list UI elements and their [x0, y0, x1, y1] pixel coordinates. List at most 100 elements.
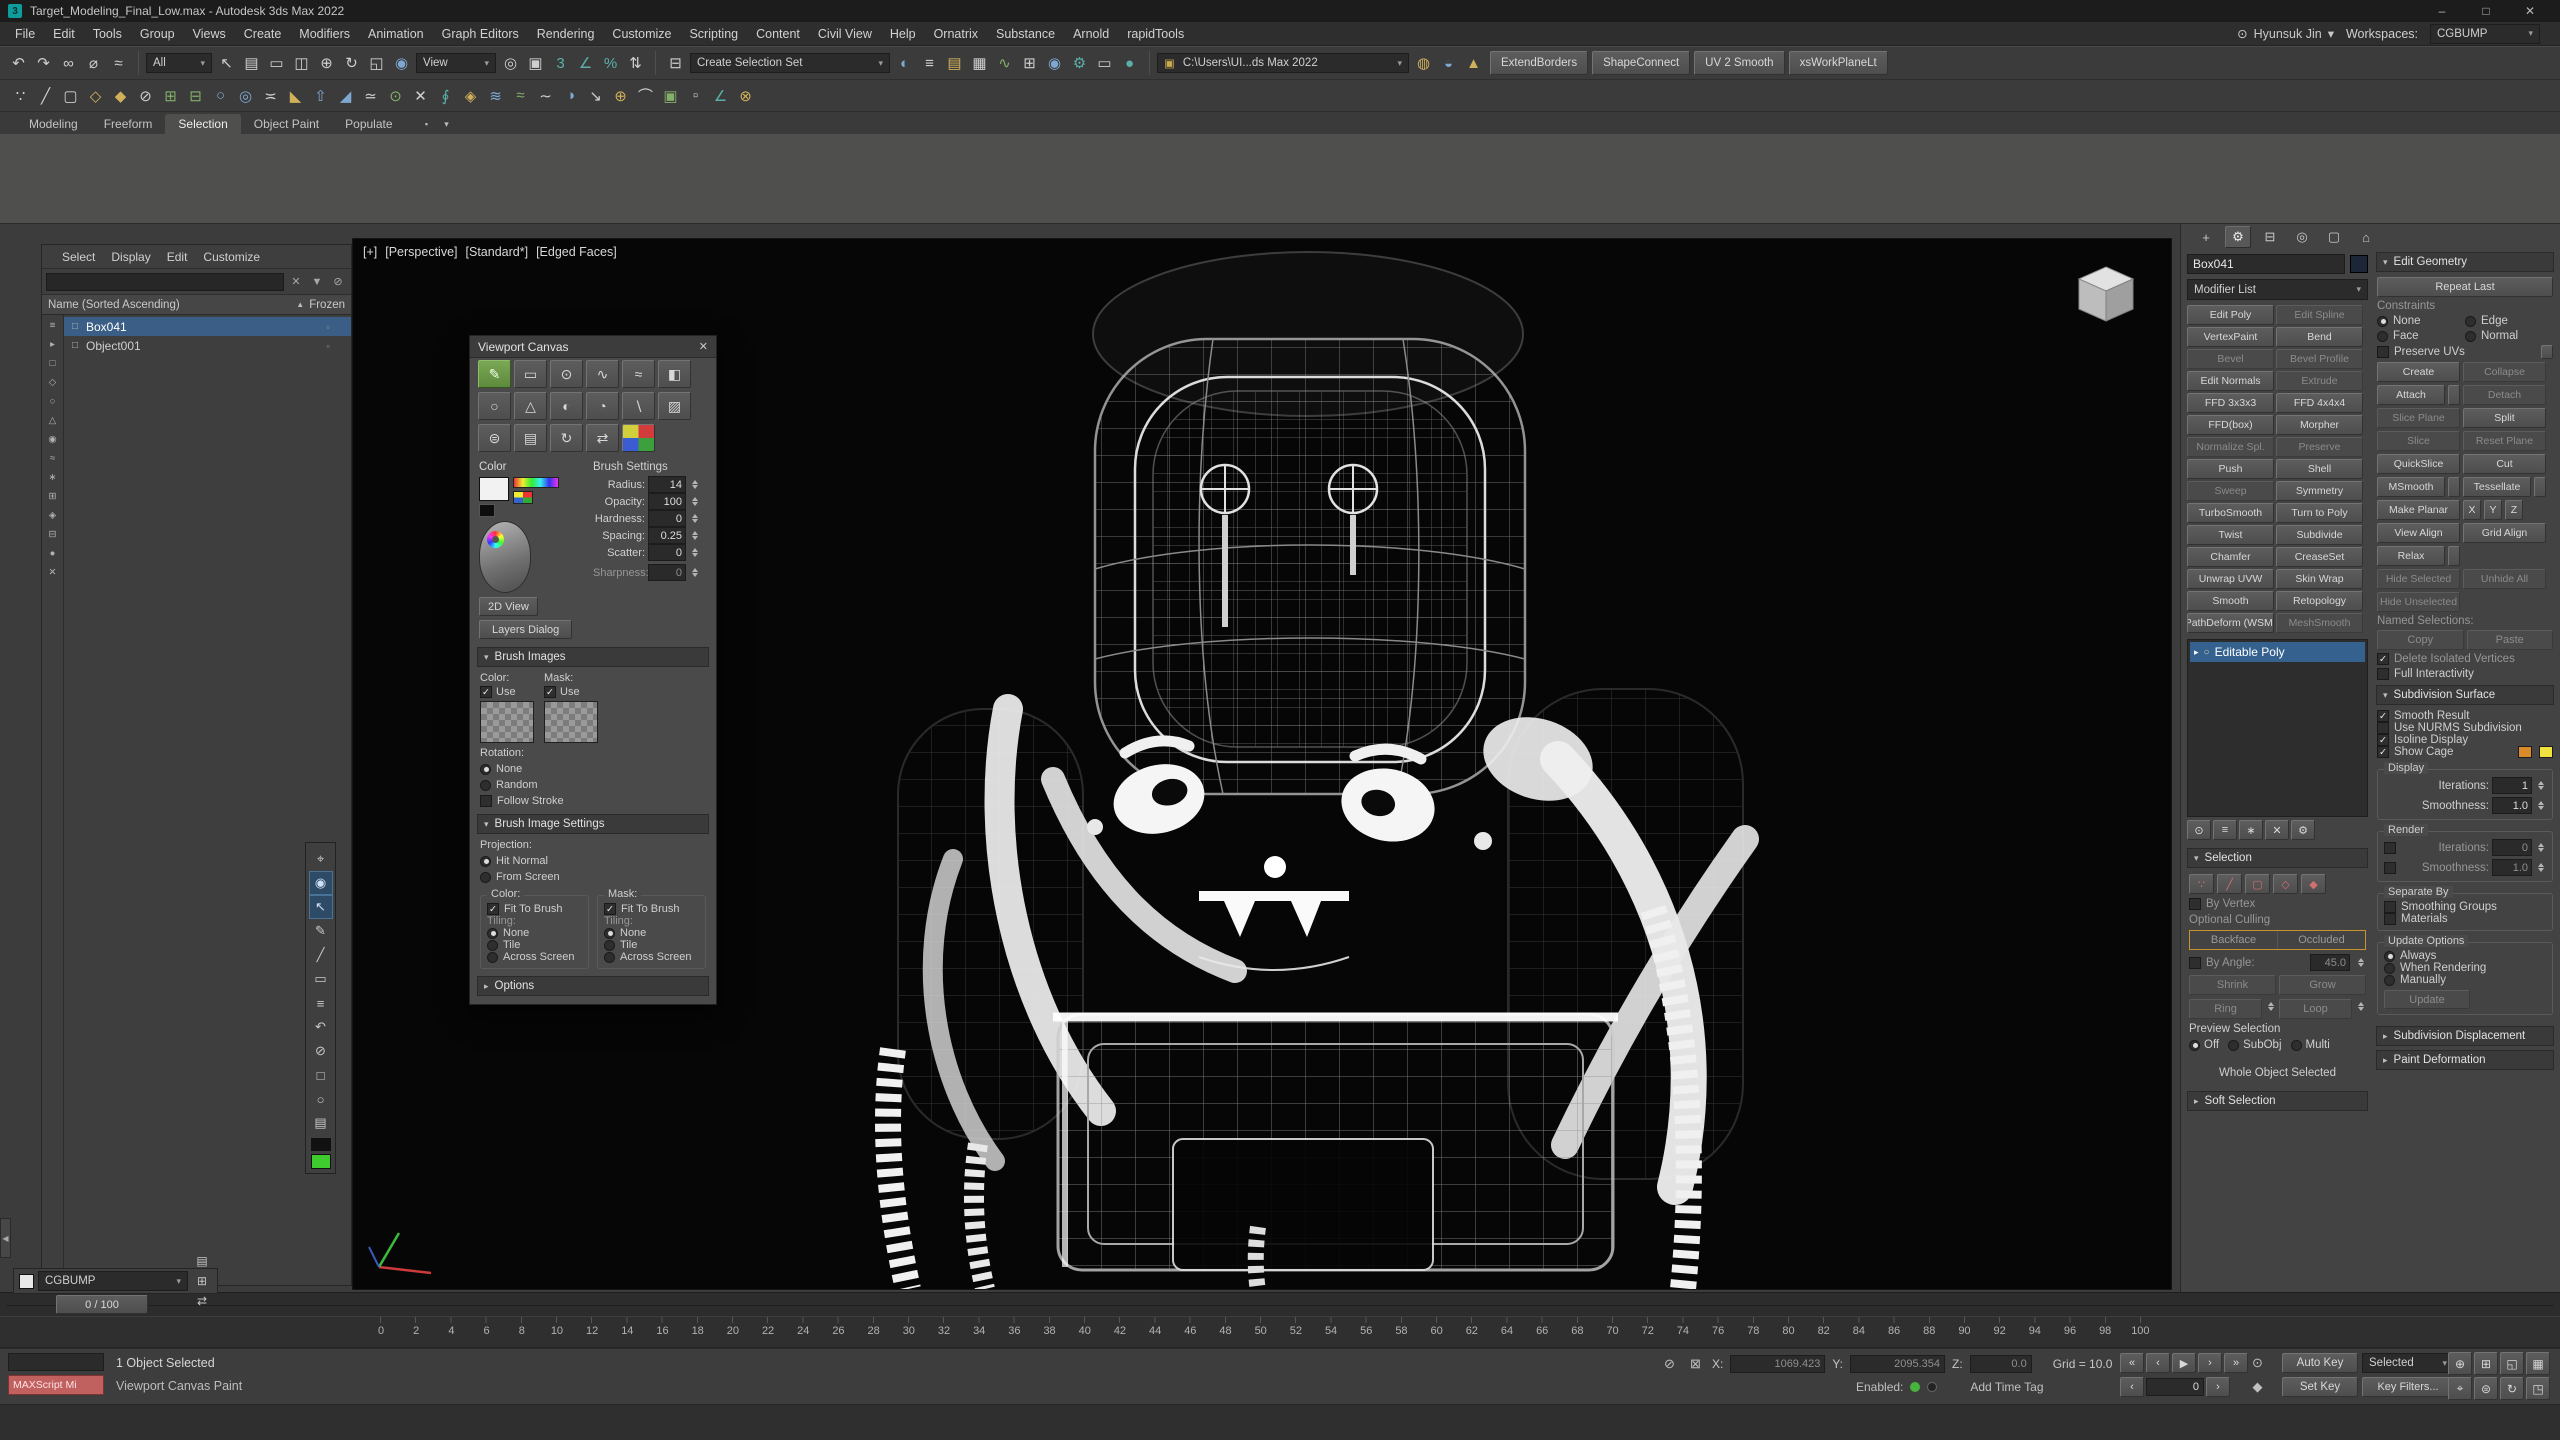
- foreground-color-swatch[interactable]: [479, 477, 509, 501]
- menu-item[interactable]: File: [6, 25, 44, 43]
- minimize-button[interactable]: –: [2420, 0, 2464, 22]
- next-frame-icon[interactable]: ›: [2198, 1353, 2222, 1373]
- menu-item[interactable]: Content: [747, 25, 809, 43]
- select-and-scale-icon[interactable]: ◱: [364, 51, 389, 76]
- edit-geometry-button[interactable]: Split: [2463, 408, 2546, 428]
- spinner[interactable]: [689, 511, 700, 526]
- line-tool-icon[interactable]: ╱: [309, 943, 333, 967]
- object-name-field[interactable]: Box041: [2187, 254, 2345, 274]
- modifier-button[interactable]: PathDeform (WSM): [2187, 613, 2274, 633]
- spinner[interactable]: [689, 494, 700, 509]
- bridge-icon[interactable]: ≃: [358, 83, 383, 108]
- sort-mode-icon[interactable]: ▸: [45, 337, 61, 352]
- search-input[interactable]: [46, 273, 284, 291]
- pick-tool-icon[interactable]: ⌖: [309, 847, 333, 871]
- layer-explorer-icon[interactable]: ▤: [942, 51, 967, 76]
- edit-geometry-button[interactable]: X: [2463, 500, 2481, 520]
- subdivision-surface-rollout[interactable]: Subdivision Surface: [2376, 685, 2554, 705]
- edit-geometry-button[interactable]: Tessellate: [2463, 477, 2531, 497]
- brush-setting-field[interactable]: 0.25: [648, 527, 686, 544]
- spinner-snap-icon[interactable]: ⇅: [623, 51, 648, 76]
- edit-named-selection-sets-icon[interactable]: ⊟: [663, 51, 688, 76]
- constraint-radio[interactable]: Face: [2377, 330, 2465, 342]
- bind-to-space-warp-icon[interactable]: ≈: [106, 51, 131, 76]
- edit-geometry-button[interactable]: Collapse: [2463, 362, 2546, 382]
- edit-geometry-button[interactable]: Y: [2484, 500, 2502, 520]
- modifier-button[interactable]: Extrude: [2276, 371, 2363, 391]
- smudge-tool-icon[interactable]: ∿: [586, 360, 619, 388]
- ignore-backfacing-icon[interactable]: ⊘: [133, 83, 158, 108]
- select-cursor-icon[interactable]: ↖: [309, 895, 333, 919]
- select-and-place-icon[interactable]: ◉: [389, 51, 414, 76]
- symmetry-tool-icon[interactable]: ◑: [558, 83, 583, 108]
- rotation-none-radio[interactable]: [480, 764, 491, 775]
- menu-item[interactable]: Civil View: [809, 25, 881, 43]
- update-option-radio[interactable]: Manually: [2384, 974, 2546, 986]
- show-hidden-icon[interactable]: ✕: [45, 565, 61, 580]
- secondary-color-swatch[interactable]: [311, 1138, 331, 1151]
- show-spacewarps-icon[interactable]: ≈: [45, 451, 61, 466]
- mask-tiling-none-radio[interactable]: [604, 928, 615, 939]
- subdivision-option[interactable]: Isoline Display: [2377, 734, 2553, 746]
- 2d-view-button[interactable]: 2D View: [479, 597, 538, 616]
- connect-icon[interactable]: ≍: [258, 83, 283, 108]
- zoom-extents-icon[interactable]: ◱: [2500, 1352, 2524, 1375]
- update-option-radio[interactable]: Always: [2384, 950, 2546, 962]
- modifier-button[interactable]: Bend: [2276, 327, 2363, 347]
- render-setup-icon[interactable]: ⚙: [1067, 51, 1092, 76]
- modifier-button[interactable]: Turn to Poly: [2276, 503, 2363, 523]
- collapse-icon[interactable]: ◣: [283, 83, 308, 108]
- key-set-dropdown[interactable]: Selected▾: [2362, 1353, 2454, 1373]
- swift-loop-icon[interactable]: ∮: [433, 83, 458, 108]
- edit-geometry-button[interactable]: View Align: [2377, 523, 2460, 543]
- time-slider-handle[interactable]: 0 / 100: [56, 1295, 148, 1314]
- modifier-button[interactable]: FFD 3x3x3: [2187, 393, 2274, 413]
- smooth-brush-icon[interactable]: ≋: [483, 83, 508, 108]
- layers-dialog-button[interactable]: Layers Dialog: [479, 620, 572, 639]
- edit-geometry-button[interactable]: QuickSlice: [2377, 454, 2460, 474]
- explorer-settings-icon[interactable]: ≡: [45, 318, 61, 333]
- explorer-column-header[interactable]: Name (Sorted Ascending) ▲ Frozen: [42, 295, 351, 315]
- cut-icon[interactable]: ✕: [408, 83, 433, 108]
- conform-brush-icon[interactable]: ≈: [508, 83, 533, 108]
- add-time-tag[interactable]: Add Time Tag: [1970, 1380, 2043, 1394]
- hit-normal-radio[interactable]: [480, 856, 491, 867]
- menu-item[interactable]: Ornatrix: [925, 25, 987, 43]
- list-tool-icon[interactable]: ▤: [309, 1111, 333, 1135]
- menu-item[interactable]: Rendering: [528, 25, 604, 43]
- sun-positioner-icon[interactable]: ◍: [1411, 51, 1436, 76]
- menu-item[interactable]: Tools: [84, 25, 131, 43]
- grid-view-icon[interactable]: ⊞: [192, 1271, 212, 1291]
- snaps-toggle-icon[interactable]: 3: [548, 51, 573, 76]
- edit-geometry-button[interactable]: Hide Unselected: [2377, 592, 2460, 612]
- explorer-menu-item[interactable]: Customize: [195, 248, 268, 266]
- maxscript-mini-recorder[interactable]: MAXScript Mi: [8, 1375, 104, 1395]
- polygon-sub-icon[interactable]: ◇: [2273, 874, 2298, 894]
- modify-tab[interactable]: ⚙: [2225, 226, 2251, 248]
- preview-selection-radio[interactable]: Off: [2189, 1039, 2219, 1051]
- modifier-list-dropdown[interactable]: Modifier List▾: [2187, 279, 2368, 300]
- schematic-view-icon[interactable]: ⊞: [1017, 51, 1042, 76]
- align-icon[interactable]: ≡: [917, 51, 942, 76]
- arnold-lights-icon[interactable]: ◒: [1436, 51, 1461, 76]
- selection-rollout[interactable]: Selection: [2187, 848, 2368, 868]
- project-folder-dropdown[interactable]: ▣C:\Users\UI...ds Max 2022▾: [1157, 53, 1409, 73]
- key-filter-mini-icon[interactable]: ◆: [2248, 1377, 2267, 1397]
- update-option-radio[interactable]: When Rendering: [2384, 962, 2546, 974]
- inset-tool-icon[interactable]: ▣: [658, 83, 683, 108]
- swap-colors-tool-icon[interactable]: ⇄: [586, 424, 619, 452]
- hierarchy-tab[interactable]: ⊟: [2257, 226, 2283, 248]
- ribbon-tab[interactable]: Selection: [165, 114, 240, 134]
- relax-brush-icon[interactable]: ∼: [533, 83, 558, 108]
- edit-geometry-button[interactable]: Create: [2377, 362, 2460, 382]
- edit-geometry-button[interactable]: Grid Align: [2463, 523, 2546, 543]
- delete-isolated-vertices-checkbox[interactable]: [2377, 653, 2389, 665]
- color-gradient-strip[interactable]: [513, 477, 559, 488]
- close-icon[interactable]: ✕: [699, 340, 708, 353]
- material-list-icon[interactable]: ▤: [192, 1251, 212, 1271]
- rendered-frame-window-icon[interactable]: ▭: [1092, 51, 1117, 76]
- close-button[interactable]: ✕: [2508, 0, 2552, 22]
- gradient-tool-icon[interactable]: ▨: [658, 392, 691, 420]
- mirror-icon[interactable]: ◐: [892, 51, 917, 76]
- viewport-menu-shading[interactable]: [Edged Faces]: [536, 245, 617, 259]
